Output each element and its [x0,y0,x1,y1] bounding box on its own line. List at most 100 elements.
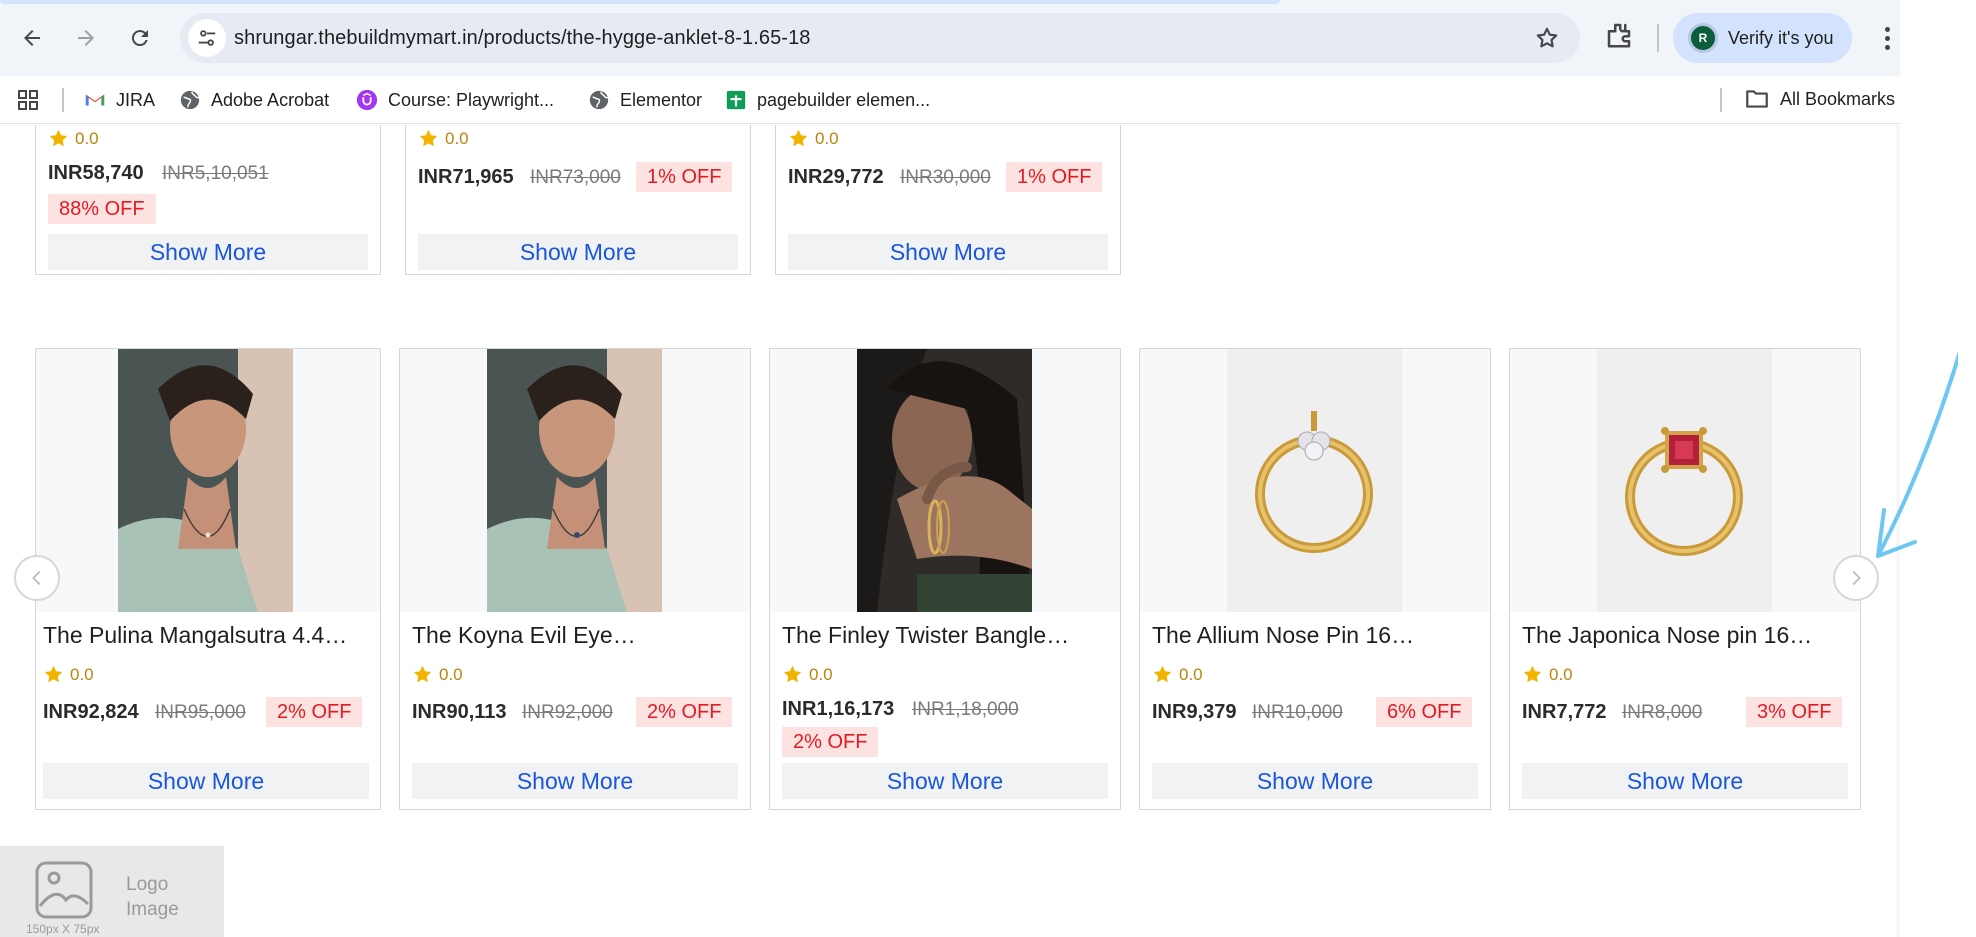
show-more-button[interactable]: Show More [48,234,368,270]
sheets-icon [725,89,747,111]
page-content: 0.0 INR58,740 INR5,10,051 88% OFF Show M… [0,125,1900,937]
show-more-button[interactable]: Show More [788,234,1108,270]
bookmark-label: JIRA [116,89,156,110]
rating: 0.0 [1152,664,1203,685]
profile-avatar: R [1688,23,1718,53]
mrp-price: INR73,000 [530,167,621,188]
product-card: 0.0 INR71,965 INR73,000 1% OFF Show More [405,125,751,275]
product-image[interactable] [1510,349,1860,612]
bookmark-label: Adobe Acrobat [211,89,330,110]
mrp-price: INR1,18,000 [912,699,1019,720]
nose-pin-ruby-image [1597,349,1772,612]
address-bar[interactable]: shrungar.thebuildmymart.in/products/the-… [180,13,1580,63]
rating-value: 0.0 [445,128,469,148]
discount-badge: 2% OFF [636,697,733,727]
price: INR58,740 [48,162,144,184]
price: INR1,16,173 [782,698,895,720]
product-name[interactable]: The Koyna Evil Eye… [412,622,636,649]
product-name[interactable]: The Japonica Nose pin 16… [1522,622,1812,649]
reload-button[interactable] [120,18,160,58]
discount-badge: 3% OFF [1746,697,1843,727]
carousel-prev-button[interactable] [14,555,60,601]
bookmark-label: Course: Playwright... [388,89,555,110]
product-image[interactable] [36,349,380,612]
show-more-button[interactable]: Show More [1152,763,1478,799]
star-icon [789,129,808,147]
forward-button[interactable] [66,18,106,58]
url-text[interactable]: shrungar.thebuildmymart.in/products/the-… [234,27,811,50]
price: INR90,113 [412,701,507,723]
discount-badge: 2% OFF [266,697,363,727]
apps-grid-icon[interactable] [16,88,40,112]
bookmark-star-icon[interactable] [1534,25,1560,51]
show-more-button[interactable]: Show More [782,763,1108,799]
star-icon [783,665,802,683]
rating: 0.0 [412,664,463,685]
bookmark-jira[interactable]: JIRA [84,86,155,114]
rating: 0.0 [43,664,94,685]
globe-icon [588,89,610,111]
logo-size-text: 150px X 75px [26,922,100,936]
logo-text-line-2: Image [126,899,179,920]
product-card[interactable]: The Pulina Mangalsutra 4.4… 0.0 INR92,82… [35,348,381,810]
star-icon [49,129,68,147]
all-bookmarks-button[interactable]: All Bookmarks [1744,86,1895,112]
folder-icon [1746,90,1768,108]
product-card: 0.0 INR29,772 INR30,000 1% OFF Show More [775,125,1121,275]
back-button[interactable] [12,18,52,58]
woman-necklace-image [487,349,662,612]
product-card[interactable]: The Japonica Nose pin 16… 0.0 INR7,772 I… [1509,348,1861,810]
mrp-price: INR30,000 [900,167,991,188]
star-icon [413,665,432,683]
rating: 0.0 [782,664,833,685]
product-name[interactable]: The Finley Twister Bangle… [782,622,1069,649]
rating-value: 0.0 [75,128,99,148]
discount-badge: 6% OFF [1376,697,1473,727]
toolbar-divider [1657,24,1659,52]
show-more-button[interactable]: Show More [412,763,738,799]
arrow-left-icon [24,30,40,46]
product-card[interactable]: The Allium Nose Pin 16… 0.0 INR9,379 INR… [1139,348,1491,810]
product-image[interactable] [770,349,1120,612]
star-icon [44,665,63,683]
tab-strip [0,0,1280,4]
bookmarks-bar: JIRA Adobe Acrobat Course: Playwright...… [0,76,1900,124]
extensions-icon[interactable] [1604,20,1640,56]
arrow-right-icon [78,30,94,46]
chevron-left-icon [32,570,41,586]
rating-value: 0.0 [1549,664,1573,684]
site-info-icon[interactable] [188,19,226,57]
mrp-price: INR10,000 [1252,702,1343,723]
verify-profile-button[interactable]: R Verify it's you [1673,13,1852,63]
product-name[interactable]: The Allium Nose Pin 16… [1152,622,1414,649]
udemy-icon [356,89,378,111]
discount-badge: 2% OFF [782,727,879,757]
price: INR29,772 [788,166,884,188]
price: INR71,965 [418,166,514,188]
price: INR92,824 [43,701,139,723]
product-image[interactable] [400,349,750,612]
footer-logo-placeholder: Logo Image 150px X 75px [0,846,224,937]
discount-badge: 1% OFF [1006,162,1103,192]
more-menu-icon[interactable] [1872,20,1902,56]
product-name[interactable]: The Pulina Mangalsutra 4.4… [43,622,347,649]
bookmark-pagebuilder[interactable]: pagebuilder elemen... [725,86,930,114]
globe-icon [179,89,201,111]
browser-toolbar: shrungar.thebuildmymart.in/products/the-… [0,0,1900,76]
all-bookmarks-label: All Bookmarks [1780,88,1896,109]
gmail-icon [84,89,106,111]
product-card[interactable]: The Finley Twister Bangle… 0.0 INR1,16,1… [769,348,1121,810]
bookmark-adobe-acrobat[interactable]: Adobe Acrobat [179,86,329,114]
rating-value: 0.0 [815,128,839,148]
product-image[interactable] [1140,349,1490,612]
nose-pin-diamond-image [1227,349,1402,612]
rating: 0.0 [1522,664,1573,685]
product-card[interactable]: The Koyna Evil Eye… 0.0 INR90,113 INR92,… [399,348,751,810]
show-more-button[interactable]: Show More [43,763,369,799]
show-more-button[interactable]: Show More [418,234,738,270]
mrp-price: INR92,000 [522,702,613,723]
show-more-button[interactable]: Show More [1522,763,1848,799]
bookmark-elementor[interactable]: Elementor [588,86,702,114]
mrp-price: INR8,000 [1622,702,1703,723]
bookmark-course-playwright[interactable]: Course: Playwright... [356,86,554,114]
